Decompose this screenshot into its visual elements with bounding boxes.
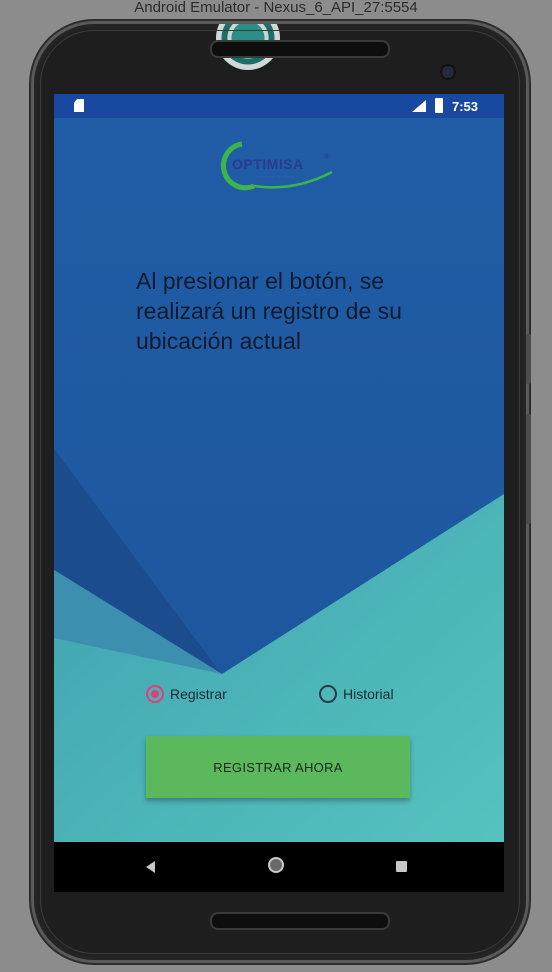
radio-unchecked-icon[interactable] [319,685,337,703]
background-artwork [54,118,504,842]
no-signal-icon [412,100,426,112]
logo-text: OPTIMISA [232,156,304,172]
register-now-button[interactable]: REGISTRAR AHORA [146,736,410,798]
sd-card-icon [74,99,84,112]
optimisa-logo: OPTIMISA ® Integramos Tu Mundo [214,138,344,194]
instruction-text: Al presionar el botón, se realizará un r… [136,268,402,354]
power-button[interactable] [526,334,531,384]
emulator-knob-icon [214,24,282,76]
radio-registrar-label[interactable]: Registrar [170,686,227,702]
battery-icon [435,98,443,113]
bottom-speaker [210,912,390,930]
top-speaker [210,40,390,58]
mode-radio-group: Registrar Historial [146,682,504,706]
logo-registered-mark: ® [324,152,330,161]
logo-tagline: Integramos Tu Mundo [256,174,295,179]
radio-checked-icon[interactable] [146,685,164,703]
status-bar: 7:53 [54,94,504,118]
volume-button[interactable] [526,414,531,524]
window-title: Android Emulator - Nexus_6_API_27:5554 [134,0,418,16]
status-time: 7:53 [452,99,479,114]
recent-apps-icon[interactable] [396,861,407,872]
back-icon[interactable] [146,861,155,873]
device-screen: 7:53 OPTIMISA ® Integramos Tu Mundo Al p… [54,94,504,842]
android-nav-bar [54,842,504,892]
radio-historial-label[interactable]: Historial [343,686,394,702]
front-camera [442,66,454,78]
home-icon[interactable] [268,857,284,873]
radio-registrar[interactable]: Registrar [146,682,227,706]
radio-historial[interactable]: Historial [319,682,394,706]
